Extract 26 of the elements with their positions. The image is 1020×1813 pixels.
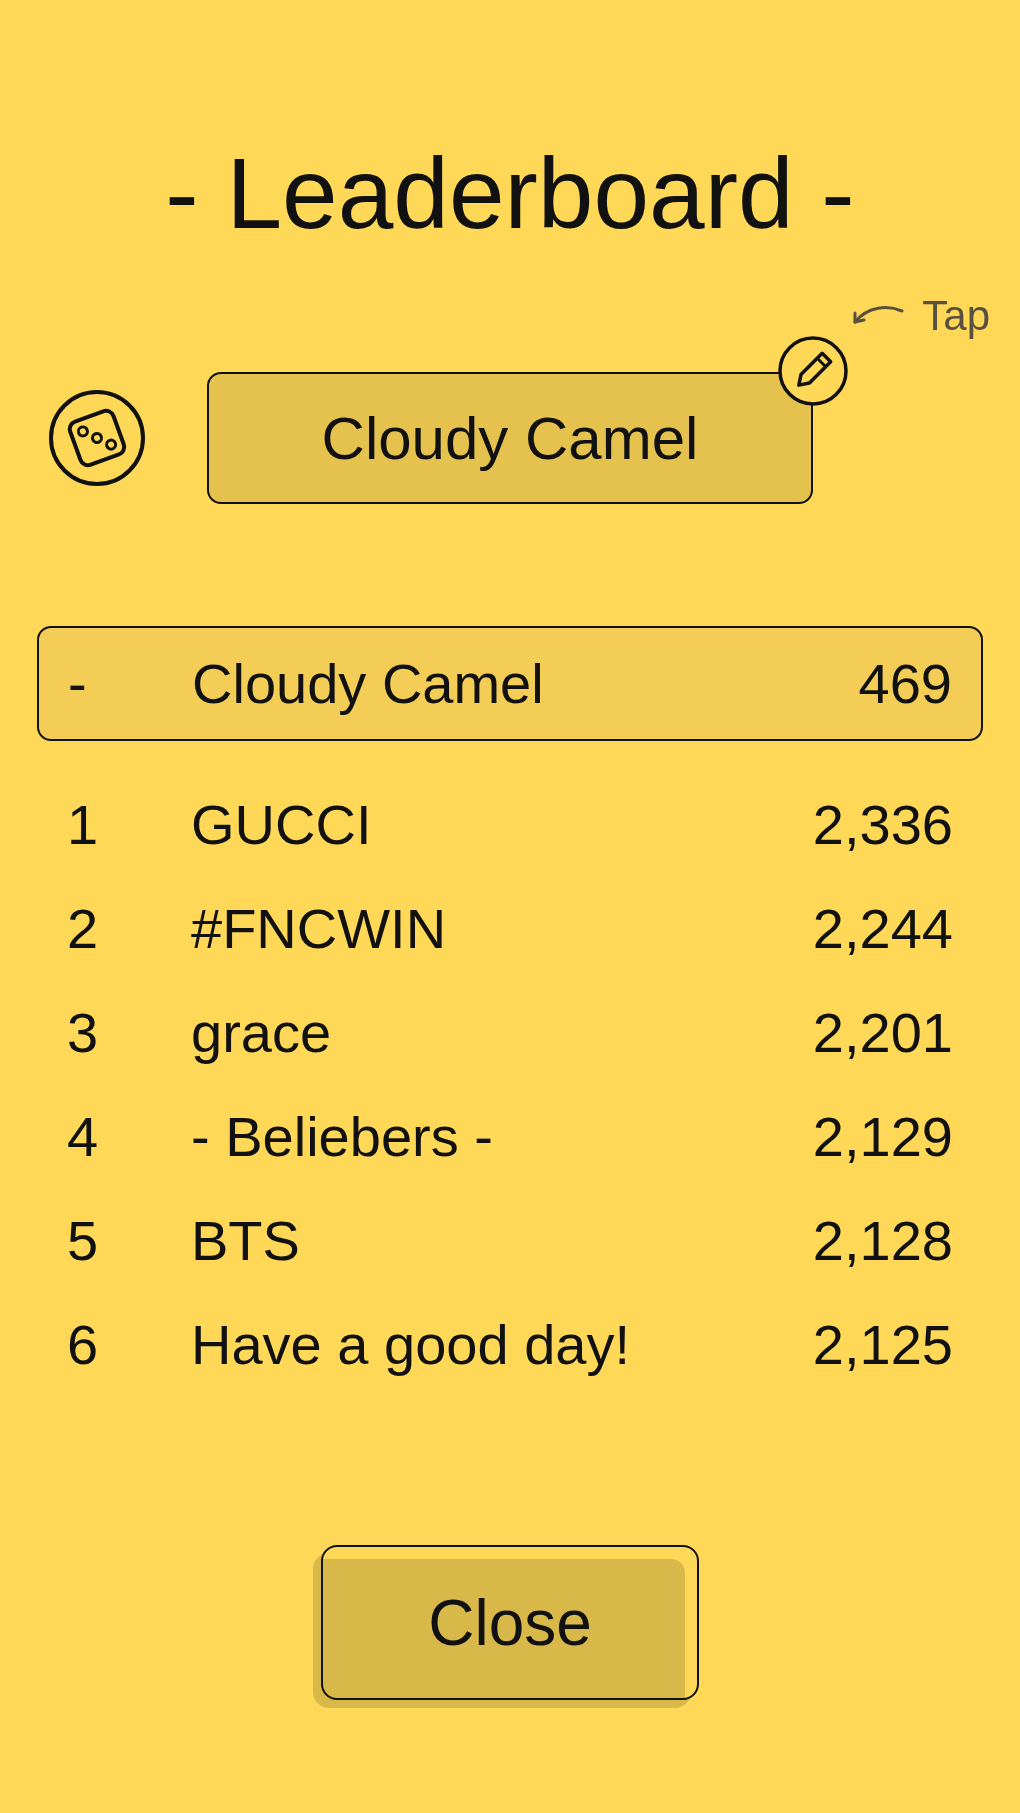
player-name-text: BTS: [191, 1208, 301, 1274]
rank-text: 1: [67, 792, 100, 858]
player-name-text: - Beliebers -: [191, 1104, 494, 1170]
player-name-text: #FNCWIN: [191, 896, 448, 962]
score-text: 2,244: [812, 896, 953, 962]
player-name-text: grace: [191, 1000, 333, 1066]
leaderboard-title: - Leaderboard -: [165, 138, 855, 248]
score-text: 2,336: [812, 792, 953, 858]
score-text: 2,125: [812, 1312, 953, 1378]
rank-text: 4: [67, 1104, 100, 1170]
score-text: 2,128: [812, 1208, 953, 1274]
score-text: 469: [858, 650, 952, 717]
edit-icon[interactable]: [778, 336, 848, 406]
rank-text: 6: [67, 1312, 100, 1378]
rank-text: -: [68, 650, 88, 717]
rank-text: 5: [67, 1208, 100, 1274]
score-text: 2,201: [812, 1000, 953, 1066]
rank-text: 2: [67, 896, 100, 962]
rank-text: 3: [67, 1000, 100, 1066]
name-field[interactable]: Cloudy Camel: [207, 372, 813, 504]
dice-icon[interactable]: [47, 388, 147, 488]
hint-text: Tap: [922, 292, 990, 340]
score-text: 2,129: [812, 1104, 953, 1170]
player-name-text: Have a good day!: [191, 1312, 631, 1378]
player-name-text: GUCCI: [191, 792, 373, 858]
player-name-text: Cloudy Camel: [192, 650, 545, 717]
